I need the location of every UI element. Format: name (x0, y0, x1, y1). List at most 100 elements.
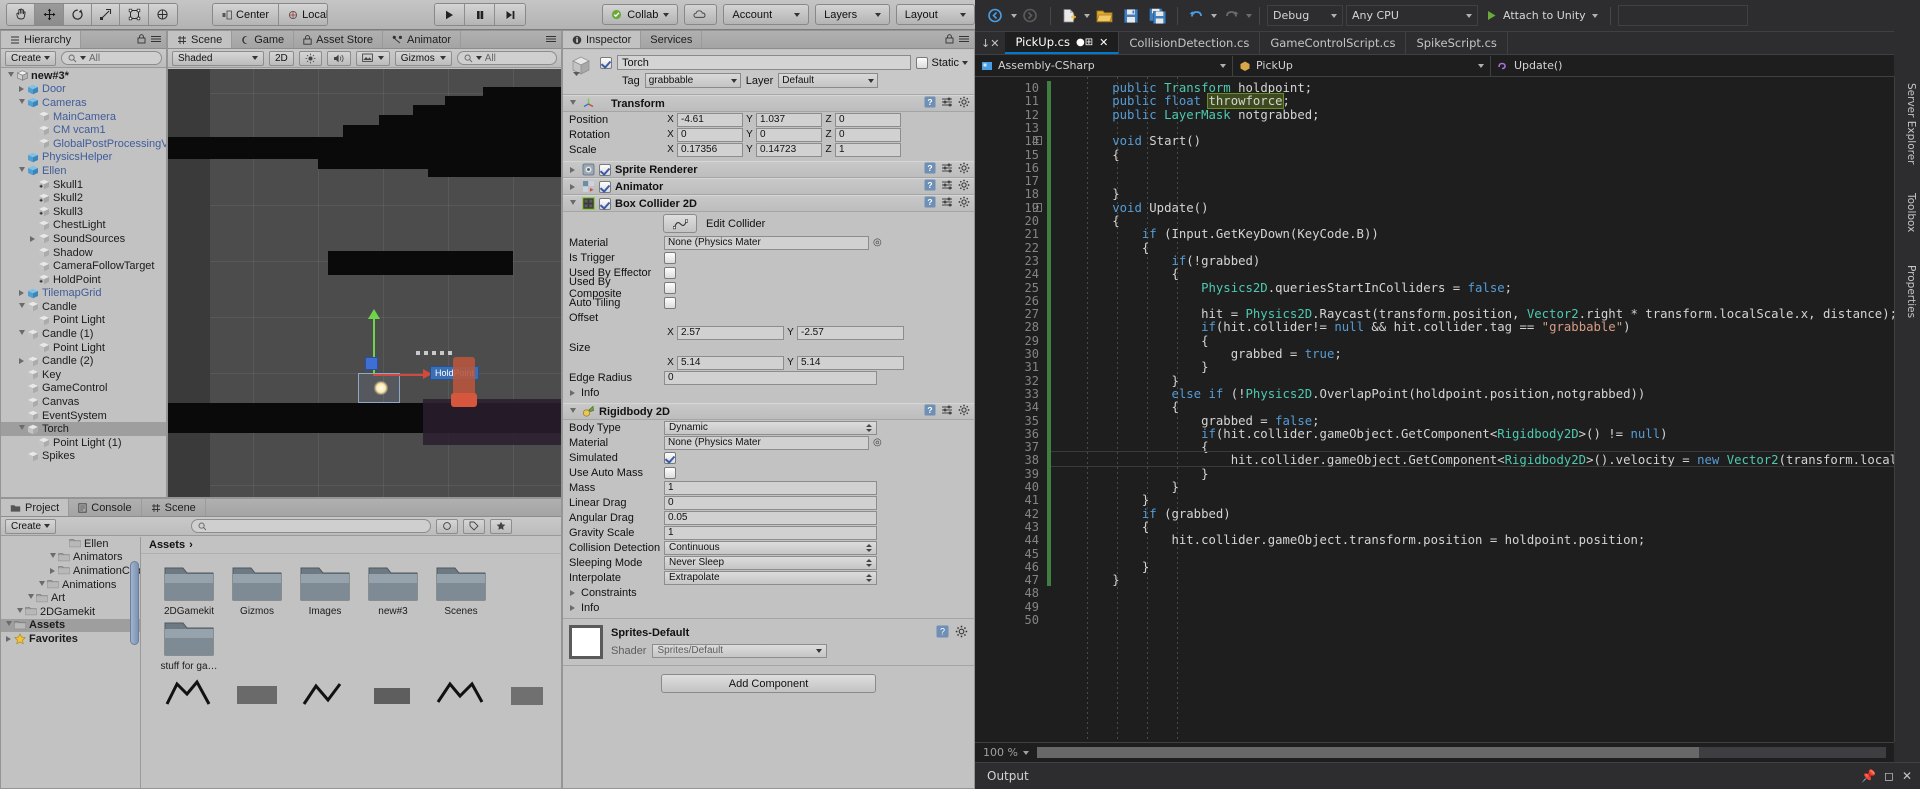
hierarchy-item-camerafollowtarget[interactable]: CameraFollowTarget (1, 259, 166, 273)
chevron-right-icon[interactable] (567, 589, 578, 596)
object-picker-icon[interactable]: ◎ (873, 237, 882, 248)
pause-button[interactable] (464, 4, 496, 25)
tab-scene-bottom[interactable]: Scene (142, 499, 206, 516)
gear-icon[interactable] (958, 179, 970, 194)
project-tree[interactable]: Ellen Animators AnimationClips Animations Ar… (1, 537, 141, 788)
checkbox-simulated[interactable] (664, 451, 676, 464)
asset-folder-item[interactable]: Gizmos (223, 562, 291, 617)
code-line[interactable]: grabbed = false; (1053, 414, 1319, 428)
hierarchy-item-canvas[interactable]: Canvas (1, 395, 166, 409)
code-line[interactable]: else if (!Physics2D.OverlapPoint(holdpoi… (1053, 387, 1645, 401)
vs-tab-pickup-cs[interactable]: PickUp.cs ●⊞ ✕ (1005, 32, 1120, 54)
tab-properties[interactable]: Properties (1898, 259, 1920, 325)
open-file-icon[interactable] (1093, 5, 1117, 27)
field-y[interactable]: -2.57 (797, 325, 904, 340)
navigate-back-icon[interactable] (985, 5, 1008, 27)
tab-animator[interactable]: Animator (383, 31, 462, 48)
toolbar-extra-combo[interactable] (1617, 5, 1748, 26)
transform-tool[interactable] (148, 4, 178, 25)
collapse-toggle-icon[interactable]: - (1033, 136, 1042, 146)
pin-icon[interactable]: ●⊞ (1076, 37, 1093, 48)
add-component-button[interactable]: Add Component (661, 674, 876, 693)
code-line[interactable]: { (1053, 214, 1119, 228)
asset-folder-item[interactable]: Scenes (427, 562, 495, 617)
tab-server-explorer[interactable]: Server Explorer (1898, 77, 1920, 171)
code-editor[interactable]: 10 11 12 13 14 15 16 17 18 19 20 21 22 23 24 25 26 27 28 29… (975, 77, 1894, 742)
breadcrumb-assets[interactable]: Assets (149, 539, 185, 551)
hierarchy-item-soundsources[interactable]: SoundSources (1, 232, 166, 246)
code-line[interactable]: public LayerMask notgrabbed; (1053, 108, 1319, 122)
project-create-button[interactable]: Create (5, 518, 57, 534)
chevron-down-icon[interactable] (567, 199, 578, 208)
rect-tool[interactable] (120, 4, 149, 25)
chevron-down-icon[interactable] (1011, 13, 1017, 18)
chevron-down-icon[interactable] (1246, 13, 1252, 18)
code-line[interactable]: void Start() (1053, 134, 1201, 148)
layout-button[interactable]: Layout (895, 4, 976, 25)
tab-toolbox[interactable]: Toolbox (1898, 187, 1920, 239)
code-line[interactable]: hit = Physics2D.Raycast(transform.positi… (1053, 307, 1894, 321)
scene-viewport[interactable]: HoldPoint (168, 69, 561, 497)
chevron-down-icon[interactable] (1022, 750, 1029, 755)
code-line[interactable]: if (grabbed) (1053, 507, 1231, 521)
chevron-down-icon[interactable] (47, 553, 58, 561)
chevron-down-icon[interactable] (16, 302, 27, 311)
project-tree-item-assets[interactable]: Assets (1, 618, 140, 633)
field-y[interactable]: 0 (756, 127, 822, 142)
asset-sprite-item[interactable] (426, 678, 494, 708)
text-field-angular-drag[interactable]: 0.05 (664, 510, 877, 525)
checkbox-used-by-composite[interactable] (664, 281, 676, 294)
chevron-down-icon[interactable] (1211, 13, 1217, 18)
asset-sprite-item[interactable] (358, 678, 426, 708)
chevron-down-icon[interactable] (567, 407, 578, 416)
project-tree-item-ellen[interactable]: Ellen (1, 537, 140, 551)
tab-services[interactable]: Services (641, 31, 703, 48)
code-line[interactable]: { (1053, 520, 1149, 534)
save-all-icon[interactable] (1146, 5, 1170, 27)
asset-folder-item[interactable]: new#3 (359, 562, 427, 617)
hierarchy-item-ellen[interactable]: Ellen (1, 164, 166, 178)
audio-toggle[interactable] (326, 50, 351, 66)
hierarchy-item-new-3[interactable]: new#3* (1, 69, 166, 83)
chevron-down-icon[interactable] (5, 71, 16, 80)
object-picker-icon[interactable]: ◎ (873, 437, 882, 448)
hierarchy-list[interactable]: new#3* Door Cameras MainCamera CM vcam1 Globa… (1, 69, 166, 497)
help-icon[interactable]: ? (936, 625, 949, 641)
code-line[interactable]: } (1053, 493, 1149, 507)
code-line[interactable]: } (1053, 187, 1119, 201)
lighting-toggle[interactable] (298, 50, 322, 66)
navbar-assembly-dropdown[interactable]: Assembly-CSharp (975, 55, 1233, 76)
collapse-toggle-icon[interactable]: - (1033, 202, 1042, 212)
code-line[interactable]: void Update() (1053, 201, 1208, 215)
chevron-down-icon[interactable] (36, 580, 47, 589)
project-tree-item-art[interactable]: Art (1, 591, 140, 605)
hierarchy-item-point-light[interactable]: Point Light (1, 341, 166, 355)
hierarchy-item-maincamera[interactable]: MainCamera (1, 110, 166, 124)
field-x[interactable]: 2.57 (677, 325, 784, 340)
asset-sprite-item[interactable] (290, 678, 358, 708)
static-toggle[interactable]: Static (916, 56, 968, 69)
edit-collider-button[interactable] (663, 214, 697, 233)
chevron-right-icon[interactable] (27, 235, 38, 242)
rotate-tool[interactable] (63, 4, 93, 25)
code-line[interactable] (1053, 174, 1142, 188)
horizontal-scrollbar[interactable] (1036, 747, 1886, 758)
undo-icon[interactable] (1185, 5, 1208, 27)
code-line[interactable]: if(hit.collider.gameObject.GetComponent<… (1053, 427, 1667, 441)
hierarchy-item-candle-2[interactable]: Candle (2) (1, 354, 166, 368)
platform-dropdown[interactable]: Any CPU (1346, 5, 1478, 26)
field-z[interactable]: 0 (835, 127, 901, 142)
code-line[interactable]: } (1053, 560, 1149, 574)
code-line[interactable]: grabbed = true; (1053, 347, 1342, 361)
tab-game[interactable]: Game (232, 31, 295, 48)
hierarchy-item-shadow[interactable]: Shadow (1, 246, 166, 260)
chevron-right-icon[interactable] (3, 635, 14, 642)
tab-asset-store[interactable]: Asset Store (294, 31, 384, 48)
checkbox-used-by-effector[interactable] (664, 266, 676, 279)
build-config-dropdown[interactable]: Debug (1267, 5, 1343, 26)
component-enabled-checkbox[interactable] (599, 197, 611, 210)
asset-sprite-item[interactable] (493, 678, 561, 708)
hierarchy-item-cm-vcam1[interactable]: CM vcam1 (1, 123, 166, 137)
help-icon[interactable]: ? (924, 404, 936, 419)
project-tree-item-animationclips[interactable]: AnimationClips (1, 564, 140, 578)
